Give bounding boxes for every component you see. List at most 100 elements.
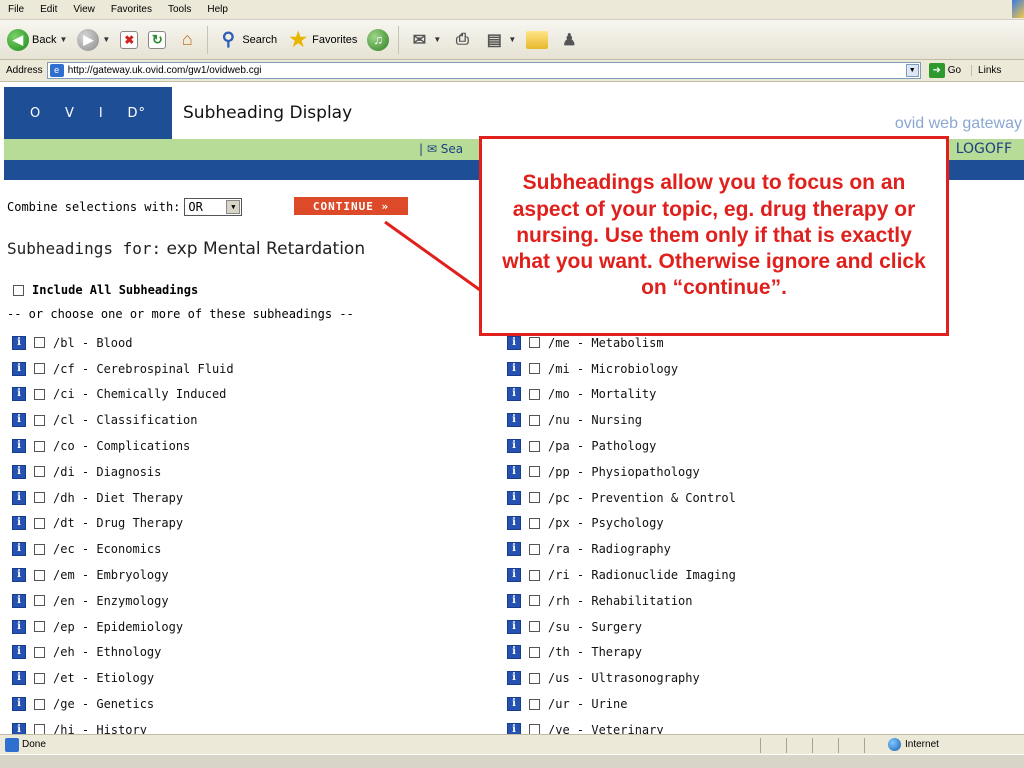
stop-button[interactable]: ✖ bbox=[117, 25, 141, 55]
subheading-checkbox[interactable] bbox=[34, 672, 45, 684]
subheading-checkbox[interactable] bbox=[34, 543, 45, 555]
info-icon[interactable]: i bbox=[507, 439, 521, 454]
info-icon[interactable]: i bbox=[507, 516, 521, 531]
menu-file[interactable]: File bbox=[0, 4, 32, 15]
subheading-checkbox[interactable] bbox=[34, 466, 45, 478]
refresh-button[interactable]: ↻ bbox=[145, 25, 169, 55]
subheading-checkbox[interactable] bbox=[529, 724, 540, 734]
info-icon[interactable]: i bbox=[12, 593, 26, 608]
subheading-checkbox[interactable] bbox=[34, 724, 45, 734]
address-input[interactable]: e http://gateway.uk.ovid.com/gw1/ovidweb… bbox=[46, 62, 921, 79]
menu-favorites[interactable]: Favorites bbox=[103, 4, 160, 15]
info-icon[interactable]: i bbox=[12, 619, 26, 634]
info-icon[interactable]: i bbox=[12, 722, 26, 734]
subheading-checkbox[interactable] bbox=[529, 388, 540, 400]
print-button[interactable]: ⎙ bbox=[448, 25, 476, 55]
subheading-checkbox[interactable] bbox=[529, 569, 540, 581]
info-icon[interactable]: i bbox=[12, 387, 26, 402]
subheading-checkbox[interactable] bbox=[34, 698, 45, 710]
chevron-down-icon[interactable]: ▼ bbox=[226, 200, 241, 214]
subheading-checkbox[interactable] bbox=[34, 363, 45, 375]
subheading-checkbox[interactable] bbox=[529, 646, 540, 658]
search-button[interactable]: ⚲ Search bbox=[214, 25, 280, 55]
info-icon[interactable]: i bbox=[12, 464, 26, 479]
favorites-button[interactable]: ★ Favorites bbox=[284, 25, 360, 55]
subheading-checkbox[interactable] bbox=[529, 440, 540, 452]
include-all-checkbox[interactable] bbox=[13, 284, 24, 296]
folder-button[interactable] bbox=[523, 25, 551, 55]
subheading-checkbox[interactable] bbox=[529, 363, 540, 375]
subheading-checkbox[interactable] bbox=[529, 672, 540, 684]
info-icon[interactable]: i bbox=[12, 490, 26, 505]
subheading-checkbox[interactable] bbox=[34, 595, 45, 607]
subheading-checkbox[interactable] bbox=[34, 337, 45, 349]
subheading-checkbox[interactable] bbox=[34, 646, 45, 658]
logoff-link[interactable]: LOGOFF bbox=[956, 141, 1012, 157]
menu-view[interactable]: View bbox=[65, 4, 103, 15]
combine-operator-select[interactable]: OR ▼ bbox=[184, 198, 243, 216]
subheading-checkbox[interactable] bbox=[529, 595, 540, 607]
info-icon[interactable]: i bbox=[507, 645, 521, 660]
info-icon[interactable]: i bbox=[507, 387, 521, 402]
info-icon[interactable]: i bbox=[507, 697, 521, 712]
subheading-checkbox[interactable] bbox=[529, 698, 540, 710]
go-button[interactable]: ➜ Go bbox=[928, 63, 961, 78]
edit-button[interactable]: ▤ ▼ bbox=[480, 25, 519, 55]
mail-button[interactable]: ✉ ▼ bbox=[405, 25, 444, 55]
subheading-checkbox[interactable] bbox=[529, 517, 540, 529]
messenger-button[interactable]: ♟ bbox=[555, 25, 583, 55]
info-icon[interactable]: i bbox=[12, 361, 26, 376]
info-icon[interactable]: i bbox=[12, 439, 26, 454]
status-pane bbox=[864, 738, 890, 753]
info-icon[interactable]: i bbox=[12, 516, 26, 531]
info-icon[interactable]: i bbox=[12, 413, 26, 428]
subheading-checkbox[interactable] bbox=[34, 517, 45, 529]
info-icon[interactable]: i bbox=[507, 671, 521, 686]
home-button[interactable]: ⌂ bbox=[173, 25, 201, 55]
menu-edit[interactable]: Edit bbox=[32, 4, 65, 15]
info-icon[interactable]: i bbox=[12, 671, 26, 686]
chevron-down-icon[interactable]: ▼ bbox=[59, 35, 67, 44]
chevron-down-icon[interactable]: ▼ bbox=[508, 35, 516, 44]
menu-help[interactable]: Help bbox=[199, 4, 236, 15]
chevron-down-icon[interactable]: ▼ bbox=[905, 64, 919, 77]
info-icon[interactable]: i bbox=[507, 722, 521, 734]
subheading-checkbox[interactable] bbox=[529, 543, 540, 555]
subheading-checkbox[interactable] bbox=[34, 621, 45, 633]
info-icon[interactable]: i bbox=[12, 645, 26, 660]
subheading-checkbox[interactable] bbox=[34, 440, 45, 452]
subheading-checkbox[interactable] bbox=[529, 337, 540, 349]
info-icon[interactable]: i bbox=[507, 542, 521, 557]
forward-button[interactable]: ▶ ▼ bbox=[74, 25, 113, 55]
info-icon[interactable]: i bbox=[507, 413, 521, 428]
search-link[interactable]: | ✉ Sea bbox=[419, 142, 463, 156]
info-icon[interactable]: i bbox=[507, 490, 521, 505]
subheading-checkbox[interactable] bbox=[529, 621, 540, 633]
menu-tools[interactable]: Tools bbox=[160, 4, 199, 15]
subheading-row: i/ur - Urine bbox=[507, 691, 736, 717]
info-icon[interactable]: i bbox=[507, 619, 521, 634]
chevron-down-icon[interactable]: ▼ bbox=[102, 35, 110, 44]
continue-button[interactable]: CONTINUE » bbox=[294, 197, 408, 215]
chevron-down-icon[interactable]: ▼ bbox=[433, 35, 441, 44]
info-icon[interactable]: i bbox=[12, 697, 26, 712]
subheading-checkbox[interactable] bbox=[34, 388, 45, 400]
info-icon[interactable]: i bbox=[507, 593, 521, 608]
subheading-checkbox[interactable] bbox=[529, 466, 540, 478]
info-icon[interactable]: i bbox=[507, 464, 521, 479]
subheading-row: i/bl - Blood bbox=[12, 330, 234, 356]
info-icon[interactable]: i bbox=[12, 568, 26, 583]
subheading-checkbox[interactable] bbox=[34, 414, 45, 426]
subheading-checkbox[interactable] bbox=[529, 414, 540, 426]
subheading-checkbox[interactable] bbox=[34, 569, 45, 581]
subheading-checkbox[interactable] bbox=[529, 492, 540, 504]
info-icon[interactable]: i bbox=[507, 335, 521, 350]
info-icon[interactable]: i bbox=[507, 361, 521, 376]
links-button[interactable]: Links bbox=[971, 65, 1001, 76]
back-button[interactable]: ◀ Back ▼ bbox=[4, 25, 70, 55]
info-icon[interactable]: i bbox=[507, 568, 521, 583]
media-button[interactable]: ♫ bbox=[364, 25, 392, 55]
info-icon[interactable]: i bbox=[12, 542, 26, 557]
info-icon[interactable]: i bbox=[12, 335, 26, 350]
subheading-checkbox[interactable] bbox=[34, 492, 45, 504]
